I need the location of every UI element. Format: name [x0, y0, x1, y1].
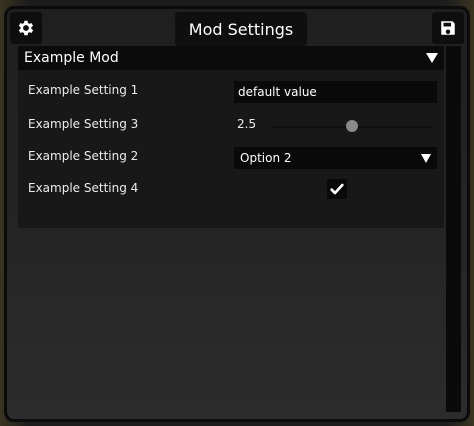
- collapse-triangle-icon[interactable]: [426, 53, 438, 63]
- setting-2-label: Example Setting 2: [28, 149, 139, 163]
- setting-row-1: Example Setting 1: [18, 81, 444, 103]
- mod-panel: Example Mod Example Setting 1 Example Se…: [18, 46, 444, 228]
- mod-section-header[interactable]: Example Mod: [18, 46, 444, 70]
- save-button[interactable]: [432, 12, 464, 44]
- floppy-disk-icon: [441, 21, 455, 35]
- setting-1-text-input[interactable]: [234, 81, 437, 103]
- setting-row-4: Example Setting 4: [18, 179, 444, 201]
- setting-3-slider-thumb[interactable]: [346, 120, 358, 132]
- setting-4-checkbox[interactable]: [327, 179, 347, 199]
- vertical-scrollbar[interactable]: [446, 46, 461, 412]
- setting-2-dropdown[interactable]: Option 2: [234, 147, 437, 169]
- checkmark-icon: [330, 183, 344, 195]
- setting-row-3: Example Setting 3 2.5: [18, 115, 444, 137]
- mod-settings-window: Mod Settings Example Mod Example Setting…: [4, 6, 470, 422]
- gear-icon: [18, 20, 34, 36]
- setting-4-label: Example Setting 4: [28, 181, 139, 195]
- settings-button[interactable]: [10, 12, 42, 44]
- setting-2-selected-option: Option 2: [240, 151, 292, 165]
- setting-3-label: Example Setting 3: [28, 117, 139, 131]
- setting-1-label: Example Setting 1: [28, 83, 139, 97]
- setting-3-value: 2.5: [237, 117, 257, 131]
- dropdown-triangle-icon: [421, 153, 431, 163]
- mod-name: Example Mod: [24, 50, 119, 66]
- window-title: Mod Settings: [175, 12, 307, 46]
- setting-row-2: Example Setting 2 Option 2: [18, 147, 444, 169]
